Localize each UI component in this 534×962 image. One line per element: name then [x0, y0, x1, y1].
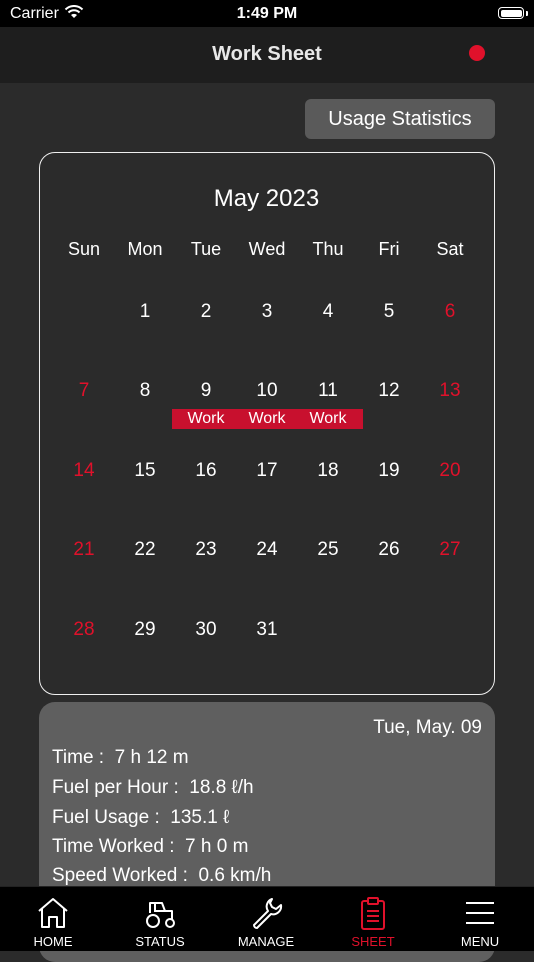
calendar-day[interactable]: 19: [369, 460, 409, 482]
calendar-day-weekend[interactable]: 20: [430, 460, 470, 482]
detail-fuel-hour-label: Fuel per Hour :: [52, 777, 179, 798]
tractor-icon: [146, 902, 175, 928]
battery-icon: [498, 7, 524, 19]
calendar-day[interactable]: 11: [308, 380, 348, 402]
calendar-day[interactable]: 9: [186, 380, 226, 402]
page-title: Work Sheet: [212, 43, 322, 65]
tab-sheet-label: SHEET: [351, 934, 395, 949]
calendar-month-title: May 2023: [213, 185, 320, 212]
calendar-day[interactable]: 8: [125, 380, 165, 402]
tab-status-label: STATUS: [135, 934, 185, 949]
status-dot-icon[interactable]: [469, 45, 485, 61]
detail-date: Tue, May. 09: [373, 717, 482, 738]
weekday-thu: Thu: [312, 239, 344, 259]
calendar-day[interactable]: 22: [125, 539, 165, 561]
detail-fuel-usage-row: Fuel Usage : 135.1 ℓ: [52, 807, 229, 829]
weekday-fri: Fri: [378, 239, 400, 259]
calendar-day[interactable]: 17: [247, 460, 287, 482]
detail-speed-row: Speed Worked : 0.6 km/h: [52, 865, 271, 887]
detail-time-value: 7 h 12 m: [114, 747, 189, 768]
weekday-sat: Sat: [436, 239, 464, 259]
work-event-label: Work: [248, 410, 286, 427]
calendar-day-weekend[interactable]: 14: [64, 460, 104, 482]
tab-manage[interactable]: MANAGE: [226, 887, 306, 951]
wrench-icon: [253, 898, 283, 929]
tab-bar: HOME STATUS MANAGE SHEET MENU: [0, 886, 534, 951]
calendar-day-weekend[interactable]: 6: [430, 301, 470, 323]
calendar-day[interactable]: 12: [369, 380, 409, 402]
weekday-tue: Tue: [190, 239, 222, 259]
work-event-label: Work: [187, 410, 225, 427]
tab-home[interactable]: HOME: [13, 887, 93, 951]
menu-icon: [466, 902, 494, 924]
calendar-day[interactable]: 18: [308, 460, 348, 482]
detail-time-label: Time :: [52, 747, 105, 768]
tab-menu-label: MENU: [460, 934, 500, 949]
home-icon: [38, 898, 68, 928]
detail-fuel-usage-value: 135.1 ℓ: [170, 807, 230, 828]
calendar-day[interactable]: 2: [186, 301, 226, 323]
detail-time-worked-row: Time Worked : 7 h 0 m: [52, 836, 248, 858]
calendar-day-weekend[interactable]: 7: [64, 380, 104, 402]
tab-menu[interactable]: MENU: [440, 887, 520, 951]
clipboard-icon: [361, 897, 385, 930]
calendar-day-weekend[interactable]: 28: [64, 619, 104, 641]
calendar-day[interactable]: 30: [186, 619, 226, 641]
calendar-day[interactable]: 5: [369, 301, 409, 323]
calendar-day[interactable]: 15: [125, 460, 165, 482]
calendar-day[interactable]: 26: [369, 539, 409, 561]
weekday-sun: Sun: [67, 239, 101, 259]
work-event-label: Work: [309, 410, 347, 427]
calendar-day[interactable]: 16: [186, 460, 226, 482]
detail-fuel-hour-value: 18.8 ℓ/h: [189, 777, 254, 798]
battery-tip: [526, 11, 528, 16]
calendar: May 2023 Sun Mon Tue Wed Thu Fri Sat 1 2…: [39, 152, 495, 695]
tab-sheet[interactable]: SHEET: [333, 887, 413, 951]
calendar-day-weekend[interactable]: 13: [430, 380, 470, 402]
calendar-day[interactable]: 3: [247, 301, 287, 323]
usage-statistics-button[interactable]: Usage Statistics: [305, 99, 495, 139]
calendar-day[interactable]: 24: [247, 539, 287, 561]
calendar-day[interactable]: 25: [308, 539, 348, 561]
calendar-day-weekend[interactable]: 21: [64, 539, 104, 561]
detail-speed-value: 0.6 km/h: [198, 865, 272, 886]
detail-time-row: Time : 7 h 12 m: [52, 747, 189, 769]
status-bar: Carrier 1:49 PM: [0, 0, 534, 27]
detail-fuel-hour-row: Fuel per Hour : 18.8 ℓ/h: [52, 777, 254, 799]
tab-status[interactable]: STATUS: [120, 887, 200, 951]
detail-speed-label: Speed Worked :: [52, 865, 188, 886]
weekday-mon: Mon: [127, 239, 163, 259]
clock: 1:49 PM: [236, 5, 298, 22]
calendar-day[interactable]: 29: [125, 619, 165, 641]
detail-time-worked-label: Time Worked :: [52, 836, 175, 857]
detail-fuel-usage-label: Fuel Usage :: [52, 807, 160, 828]
calendar-day[interactable]: 1: [125, 301, 165, 323]
calendar-day[interactable]: 10: [247, 380, 287, 402]
detail-time-worked-value: 7 h 0 m: [185, 836, 249, 857]
calendar-day[interactable]: 31: [247, 619, 287, 641]
tab-manage-label: MANAGE: [237, 934, 295, 949]
calendar-day[interactable]: 4: [308, 301, 348, 323]
calendar-day-weekend[interactable]: 27: [430, 539, 470, 561]
calendar-day[interactable]: 23: [186, 539, 226, 561]
tab-home-label: HOME: [33, 934, 73, 949]
nav-bar: Work Sheet: [0, 27, 534, 83]
weekday-wed: Wed: [248, 239, 286, 259]
